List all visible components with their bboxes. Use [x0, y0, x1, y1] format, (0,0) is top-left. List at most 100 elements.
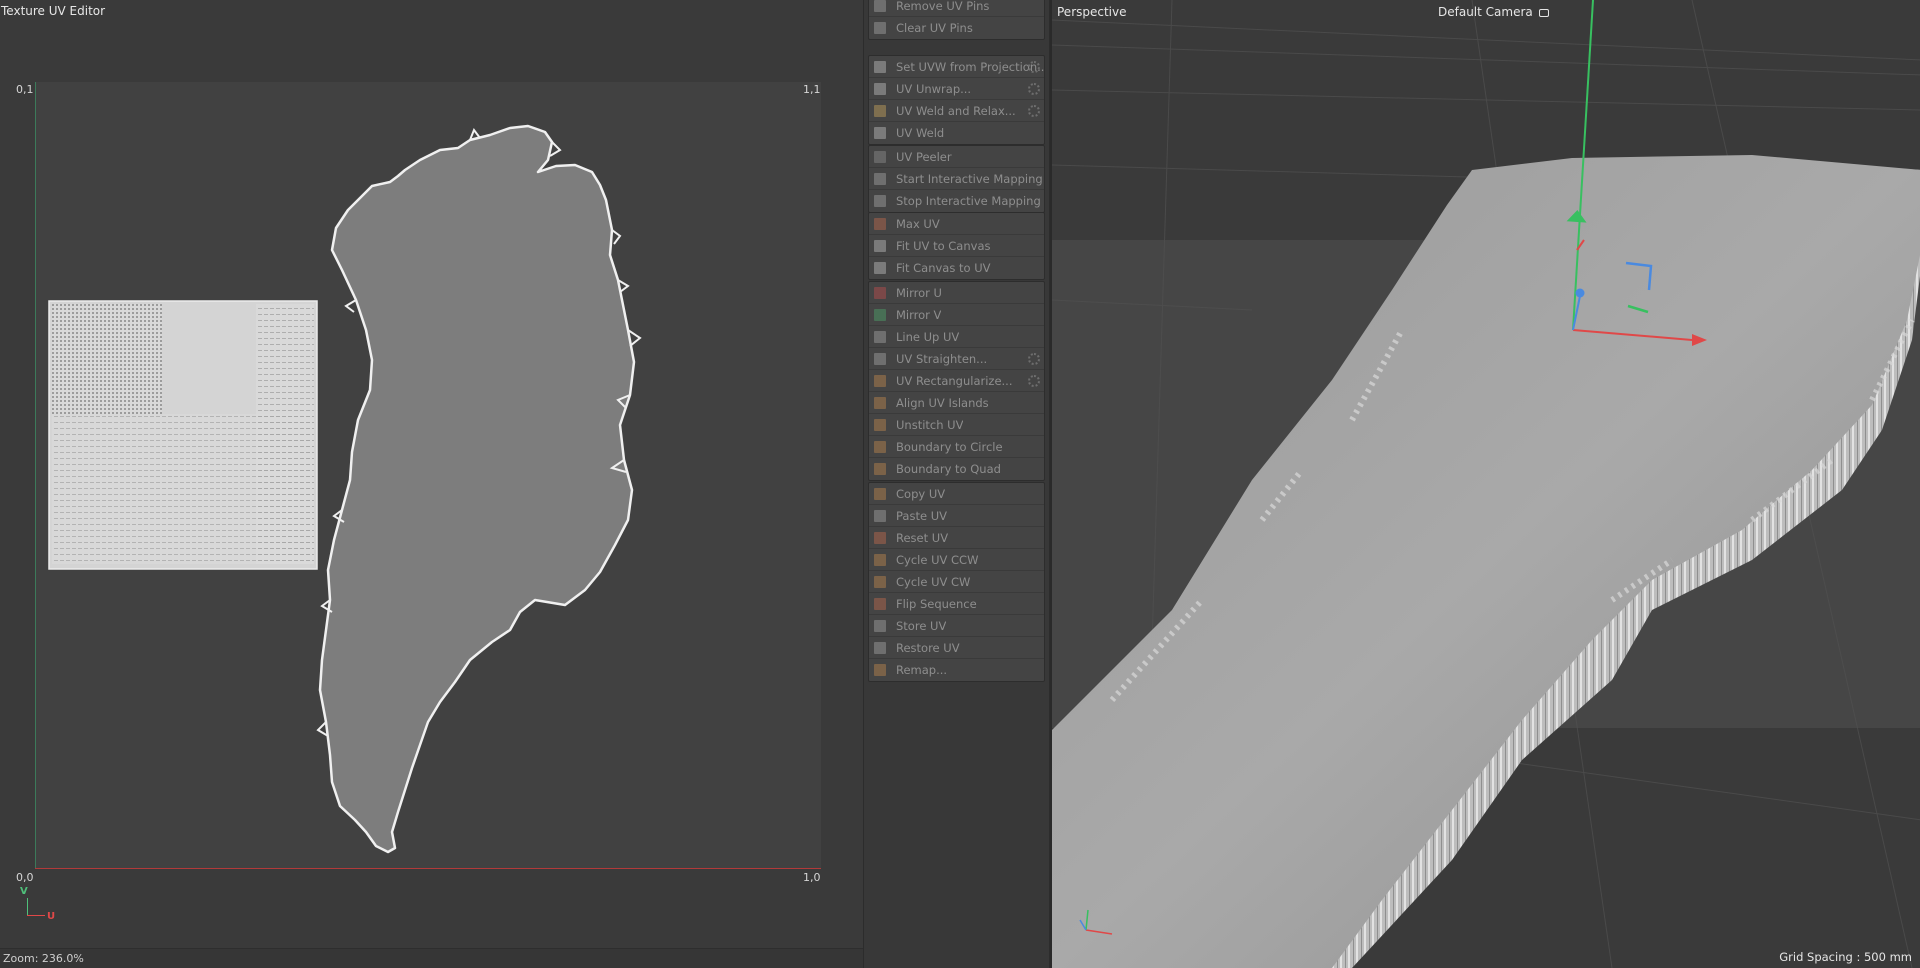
remove-pins-icon — [874, 0, 886, 12]
paste-uv-icon — [874, 509, 886, 522]
palette-command-label: Paste UV — [896, 508, 947, 523]
straighten-icon — [874, 352, 886, 365]
palette-command-straighten[interactable]: UV Straighten... — [869, 348, 1044, 370]
cycle-cw-icon — [874, 575, 886, 588]
palette-command-label: UV Straighten... — [896, 351, 988, 366]
palette-command-flip-sequence[interactable]: Flip Sequence — [869, 593, 1044, 615]
palette-command-fit-uv[interactable]: Fit UV to Canvas — [869, 235, 1044, 257]
palette-command-label: Boundary to Quad — [896, 462, 1001, 476]
settings-gear-icon[interactable] — [1028, 105, 1040, 117]
mirror-v-icon — [874, 308, 886, 321]
uv-corner-top-right: 1,1 — [803, 83, 821, 96]
store-uv-icon — [874, 619, 886, 632]
palette-command-rectangularize[interactable]: UV Rectangularize... — [869, 370, 1044, 392]
greenland-uv-island[interactable] — [318, 124, 636, 854]
palette-command-weld-relax[interactable]: UV Weld and Relax... — [869, 100, 1044, 122]
palette-command-label: UV Weld — [896, 126, 945, 140]
palette-command-paste-uv[interactable]: Paste UV — [869, 505, 1044, 527]
line-up-icon — [874, 330, 886, 343]
palette-command-boundary-quad[interactable]: Boundary to Quad — [869, 458, 1044, 480]
palette-command-fit-canvas[interactable]: Fit Canvas to UV — [869, 257, 1044, 279]
uv-gizmo-v-label: V — [20, 886, 28, 897]
palette-command-reset-uv[interactable]: Reset UV — [869, 527, 1044, 549]
palette-command-label: Fit Canvas to UV — [896, 261, 991, 275]
palette-command-label: Mirror V — [896, 307, 942, 322]
palette-command-label: Remove UV Pins — [896, 0, 990, 13]
uv-corner-bottom-left: 0,0 — [16, 871, 34, 884]
palette-command-label: Mirror U — [896, 285, 942, 300]
boundary-circle-icon — [874, 440, 886, 453]
palette-command-remap[interactable]: Remap... — [869, 659, 1044, 681]
palette-command-start-mapping[interactable]: Start Interactive Mapping — [869, 168, 1044, 190]
palette-command-label: Align UV Islands — [896, 395, 989, 410]
palette-command-label: Remap... — [896, 663, 948, 677]
palette-command-label: Start Interactive Mapping — [896, 171, 1043, 186]
rectangularize-icon — [874, 374, 886, 387]
palette-command-projection[interactable]: Set UVW from Projection... — [869, 56, 1044, 78]
palette-command-boundary-circle[interactable]: Boundary to Circle — [869, 436, 1044, 458]
grid-spacing-readout: Grid Spacing : 500 mm — [1779, 950, 1912, 964]
remap-icon — [874, 664, 886, 676]
viewport-scene[interactable] — [1052, 0, 1920, 968]
palette-command-cycle-ccw[interactable]: Cycle UV CCW — [869, 549, 1044, 571]
palette-group: Remove UV Pins Clear UV Pins — [868, 0, 1045, 40]
palette-command-copy-uv[interactable]: Copy UV — [869, 483, 1044, 505]
palette-command-label: Store UV — [896, 618, 947, 633]
texture-uv-island[interactable] — [48, 300, 318, 570]
zoom-readout: Zoom: 236.0% — [3, 952, 84, 965]
settings-gear-icon[interactable] — [1028, 61, 1040, 73]
settings-gear-icon[interactable] — [1028, 353, 1040, 365]
palette-command-align-islands[interactable]: Align UV Islands — [869, 392, 1044, 414]
palette-command-remove-pins[interactable]: Remove UV Pins — [869, 0, 1044, 17]
start-mapping-icon — [874, 172, 886, 185]
uv-mesh-view[interactable] — [0, 0, 863, 948]
palette-command-label: Stop Interactive Mapping — [896, 194, 1041, 208]
uv-status-bar: Zoom: 236.0% — [0, 948, 863, 968]
palette-command-line-up[interactable]: Line Up UV — [869, 326, 1044, 348]
viewport-projection-label[interactable]: Perspective — [1057, 5, 1127, 19]
palette-command-label: Boundary to Circle — [896, 439, 1003, 454]
palette-group: Mirror U Mirror V Line Up UV UV Straighten.… — [868, 281, 1045, 481]
palette-command-label: Restore UV — [896, 640, 960, 655]
camera-name: Default Camera — [1438, 5, 1533, 19]
uv-editor-panel[interactable]: Texture UV Editor 0,1 1,1 0,0 1,0 V U Zo… — [0, 0, 863, 968]
palette-command-label: Flip Sequence — [896, 596, 977, 611]
palette-command-weld[interactable]: UV Weld — [869, 122, 1044, 144]
palette-command-store-uv[interactable]: Store UV — [869, 615, 1044, 637]
palette-command-label: Clear UV Pins — [896, 21, 973, 35]
palette-command-clear-pins[interactable]: Clear UV Pins — [869, 17, 1044, 39]
settings-gear-icon[interactable] — [1028, 83, 1040, 95]
palette-group: UV Peeler Start Interactive Mapping Stop I… — [868, 145, 1045, 213]
stop-mapping-icon — [874, 195, 886, 207]
palette-command-label: Set UVW from Projection... — [896, 59, 1044, 74]
fit-canvas-icon — [874, 262, 886, 274]
max-uv-icon — [874, 217, 886, 230]
mirror-u-icon — [874, 286, 886, 299]
uv-command-palette: Remove UV Pins Clear UV Pins Set UVW from … — [863, 0, 1050, 968]
palette-command-mirror-u[interactable]: Mirror U — [869, 282, 1044, 304]
camera-icon[interactable] — [1538, 8, 1549, 17]
palette-group: Max UV Fit UV to Canvas Fit Canvas to UV — [868, 212, 1045, 280]
palette-command-stop-mapping[interactable]: Stop Interactive Mapping — [869, 190, 1044, 212]
palette-command-max-uv[interactable]: Max UV — [869, 213, 1044, 235]
boundary-quad-icon — [874, 463, 886, 475]
clear-pins-icon — [874, 22, 886, 34]
palette-command-label: Cycle UV CW — [896, 574, 971, 589]
projection-icon — [874, 60, 886, 73]
palette-command-label: Line Up UV — [896, 329, 960, 344]
palette-command-unwrap[interactable]: UV Unwrap... — [869, 78, 1044, 100]
palette-command-label: Max UV — [896, 216, 940, 231]
palette-command-restore-uv[interactable]: Restore UV — [869, 637, 1044, 659]
settings-gear-icon[interactable] — [1028, 375, 1040, 387]
restore-uv-icon — [874, 641, 886, 654]
perspective-viewport[interactable]: Perspective Default Camera Grid Spacing … — [1050, 0, 1920, 968]
viewport-camera-label[interactable]: Default Camera — [1438, 5, 1549, 19]
palette-command-cycle-cw[interactable]: Cycle UV CW — [869, 571, 1044, 593]
palette-command-mirror-v[interactable]: Mirror V — [869, 304, 1044, 326]
uv-corner-bottom-right: 1,0 — [803, 871, 821, 884]
palette-command-label: Reset UV — [896, 530, 949, 545]
palette-command-unstitch[interactable]: Unstitch UV — [869, 414, 1044, 436]
palette-group: Copy UV Paste UV Reset UV Cycle UV CCW Cycle… — [868, 482, 1045, 682]
palette-command-peeler[interactable]: UV Peeler — [869, 146, 1044, 168]
uv-corner-top-left: 0,1 — [16, 83, 34, 96]
